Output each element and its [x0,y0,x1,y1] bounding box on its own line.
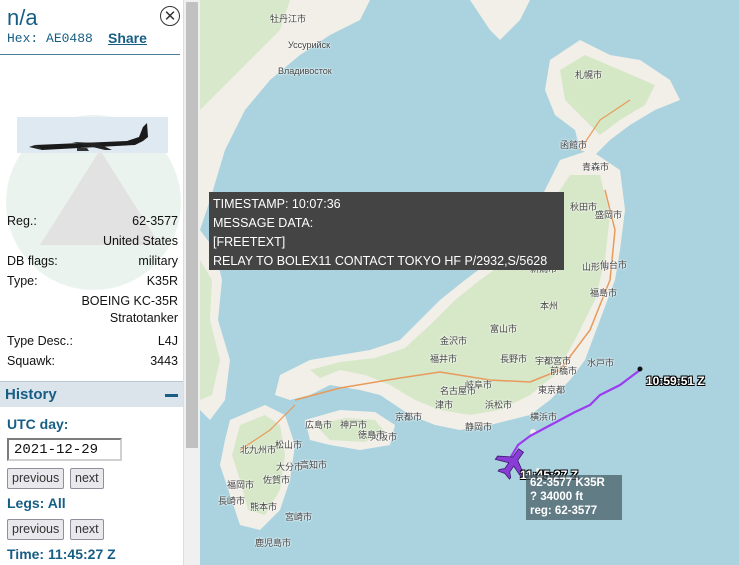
map-place-label: 前橋市 [550,366,578,376]
map-place-label: 広島市 [305,420,333,430]
aircraft-label-line2: ? 34000 ft [530,491,584,503]
map-place-label: 長崎市 [218,496,246,506]
map-place-label: 本州 [540,301,559,311]
sidebar-scrollbar[interactable] [183,0,200,565]
map-place-label: 秋田市 [570,202,598,212]
map-place-label: 仙台市 [600,260,628,270]
hex-row: Hex: AE0488 [7,31,93,46]
acars-message-tooltip: TIMESTAMP: 10:07:36 MESSAGE DATA: [FREET… [209,192,564,270]
detail-value: Stratotanker [109,311,178,325]
map-place-label: 盛岡市 [595,210,623,220]
utc-day-label: UTC day: [7,416,69,432]
map-place-label: 札幌市 [575,70,603,80]
detail-value: 62-3577 [132,214,178,228]
map-place-label: 函館市 [560,140,588,150]
map-place-label: 福岡市 [227,480,255,490]
detail-key: Reg.: [7,214,37,228]
map-place-label: 東京都 [538,385,566,395]
map-view[interactable]: 牡丹江市 Уссурийск Владивосток 札幌市 函館市 青森市 秋田市 盛岡市山… [200,0,739,565]
map-place-label: 富山市 [490,324,518,334]
map-place-label: Уссурийск [288,40,331,50]
scrollbar-thumb[interactable] [186,2,198,448]
map-place-label: 青森市 [582,162,610,172]
callsign-title: n/a [7,5,38,30]
map-place-label: 松山市 [275,440,303,450]
map-place-label: 佐賀市 [263,475,291,485]
map-place-label: 福島市 [590,288,618,298]
detail-key: Type Desc.: [7,334,73,348]
map-place-label: 徳島市 [358,430,386,440]
map-place-label: 長野市 [500,354,528,364]
aircraft-thumbnail [17,117,168,153]
history-header[interactable]: History [0,381,183,407]
close-icon[interactable]: ✕ [160,6,180,26]
map-place-label: 大分市 [276,462,304,472]
aircraft-label-box[interactable]: 62-3577 K35R ? 34000 ft reg: 62-3577 [526,475,622,520]
map-place-label: 京都市 [395,412,423,422]
map-place-label: 名古屋市 [440,386,477,396]
map-place-label: 福井市 [430,354,458,364]
tooltip-message-label: MESSAGE DATA: [213,216,314,230]
legs-label: Legs: All [7,495,66,511]
day-previous-button[interactable]: previous [7,468,65,489]
title-divider [0,54,180,55]
tooltip-freetext: [FREETEXT] [213,235,286,249]
detail-value: BOEING KC-35R [81,294,178,308]
detail-value: 3443 [150,354,178,368]
sidebar-content: n/a ✕ Hex: AE0488 Share Reg.: 62-3577 Unit… [0,0,183,565]
map-place-label: 浜松市 [485,400,513,410]
share-link[interactable]: Share [108,30,147,46]
map-place-label: 牡丹江市 [270,14,307,24]
history-time-label: Time: 11:45:27 Z [7,546,116,562]
aircraft-info-sidebar: n/a ✕ Hex: AE0488 Share Reg.: 62-3577 Unit… [0,0,200,565]
hex-value: AE0488 [46,31,93,46]
map-place-label: 横浜市 [530,412,558,422]
map-place-label: 宮崎市 [285,512,313,522]
map-place-label: 静岡市 [465,422,493,432]
leg-previous-button[interactable]: previous [7,519,65,540]
map-place-label: 高知市 [300,460,328,470]
map-place-label: 金沢市 [440,336,468,346]
map-place-label: Владивосток [278,66,332,76]
date-input[interactable] [7,438,122,461]
map-place-label: 水戸市 [587,358,615,368]
tooltip-message-body: RELAY TO BOLEX11 CONTACT TOKYO HF P/2932… [213,254,548,268]
detail-key: Squawk: [7,354,55,368]
tooltip-timestamp: TIMESTAMP: 10:07:36 [213,197,341,211]
detail-value: military [138,254,178,268]
collapse-minus-icon[interactable] [165,394,178,397]
aircraft-label-line3: reg: 62-3577 [530,505,598,517]
map-place-label: 熊本市 [250,502,278,512]
day-next-button[interactable]: next [70,468,104,489]
track-end-time-label: 10:59:51 Z [646,374,705,388]
map-place-label: 鹿児島市 [255,538,292,548]
detail-key: DB flags: [7,254,58,268]
detail-value: L4J [157,334,178,348]
detail-key: Type: [7,274,38,288]
map-place-label: 北九州市 [240,445,277,455]
history-title: History [5,386,57,403]
detail-value: K35R [146,274,178,288]
map-place-label: 津市 [435,400,454,410]
aircraft-label-line1: 62-3577 K35R [530,477,605,489]
hex-label: Hex: [7,31,39,46]
leg-next-button[interactable]: next [70,519,104,540]
detail-value: United States [102,234,178,248]
silhouette-placeholder-icon [40,150,160,245]
